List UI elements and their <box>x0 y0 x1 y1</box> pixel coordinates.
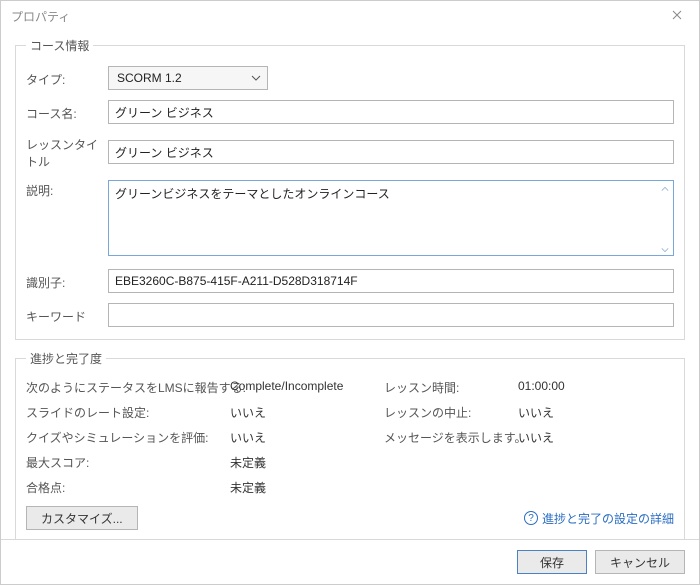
help-link-label: 進捗と完了の設定の詳細 <box>542 510 674 527</box>
status-label: クイズやシミュレーションを評価: <box>26 429 226 446</box>
status-value: 未定義 <box>230 479 380 496</box>
cancel-button[interactable]: キャンセル <box>595 550 685 574</box>
titlebar: プロパティ <box>1 1 699 31</box>
properties-dialog: プロパティ コース情報 タイプ: SCORM 1.2 <box>0 0 700 585</box>
status-label <box>384 454 514 471</box>
status-value: 未定義 <box>230 454 380 471</box>
status-value: いいえ <box>518 429 638 446</box>
status-label: 最大スコア: <box>26 454 226 471</box>
save-button[interactable]: 保存 <box>517 550 587 574</box>
type-dropdown[interactable]: SCORM 1.2 <box>108 66 268 90</box>
label-course-name: コース名: <box>26 103 108 122</box>
label-type: タイプ: <box>26 69 108 88</box>
course-info-group: コース情報 タイプ: SCORM 1.2 コース名: <box>15 37 685 340</box>
status-label: 合格点: <box>26 479 226 496</box>
status-value: Complete/Incomplete <box>230 379 380 396</box>
customize-button[interactable]: カスタマイズ... <box>26 506 138 530</box>
dialog-footer: 保存 キャンセル <box>1 539 699 584</box>
course-info-legend: コース情報 <box>26 37 93 54</box>
status-label: レッスン時間: <box>384 379 514 396</box>
scroll-up-icon[interactable] <box>658 182 672 196</box>
close-icon <box>672 9 682 23</box>
status-value <box>518 454 638 471</box>
close-button[interactable] <box>655 1 699 31</box>
label-keywords: キーワード <box>26 306 108 325</box>
type-value: SCORM 1.2 <box>117 71 182 85</box>
status-value: いいえ <box>230 404 380 421</box>
status-label: レッスンの中止: <box>384 404 514 421</box>
chevron-down-icon <box>251 73 261 83</box>
status-value: いいえ <box>518 404 638 421</box>
status-value <box>518 479 638 496</box>
course-name-input[interactable] <box>108 100 674 124</box>
status-grid: 次のようにステータスをLMSに報告する: Complete/Incomplete… <box>26 379 674 496</box>
help-icon: ? <box>524 511 538 525</box>
progress-legend: 進捗と完了度 <box>26 350 106 367</box>
progress-group: 進捗と完了度 次のようにステータスをLMSに報告する: Complete/Inc… <box>15 350 685 539</box>
scroll-down-icon[interactable] <box>658 243 672 257</box>
status-value: 01:00:00 <box>518 379 638 396</box>
status-label <box>384 479 514 496</box>
progress-help-link[interactable]: ? 進捗と完了の設定の詳細 <box>524 510 674 527</box>
description-textarea[interactable] <box>108 180 674 256</box>
dialog-content: コース情報 タイプ: SCORM 1.2 コース名: <box>1 31 699 539</box>
status-value: いいえ <box>230 429 380 446</box>
status-label: 次のようにステータスをLMSに報告する: <box>26 379 226 396</box>
identifier-input[interactable] <box>108 269 674 293</box>
label-description: 説明: <box>26 180 108 199</box>
label-lesson-title: レッスンタイトル <box>26 134 108 170</box>
status-label: スライドのレート設定: <box>26 404 226 421</box>
lesson-title-input[interactable] <box>108 140 674 164</box>
label-identifier: 識別子: <box>26 272 108 291</box>
keywords-input[interactable] <box>108 303 674 327</box>
status-label: メッセージを表示します。 <box>384 429 514 446</box>
window-title: プロパティ <box>11 8 70 25</box>
